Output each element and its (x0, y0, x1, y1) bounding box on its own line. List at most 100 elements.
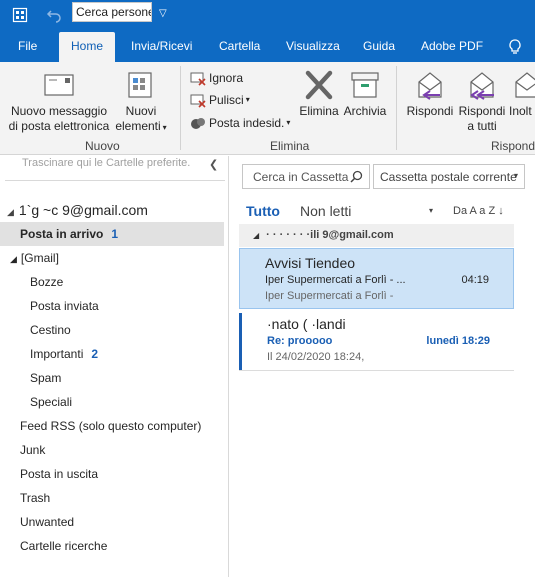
folder-trash-gmail[interactable]: Cestino (0, 318, 224, 342)
mailbox-search-input[interactable]: Cerca in Cassetta (242, 164, 370, 189)
account-header[interactable]: ◢ 1`g ~c 9@gmail.com (7, 202, 148, 218)
junk-button[interactable]: Posta indesid. ▾ (190, 115, 290, 131)
folder-label: Spam (30, 371, 62, 385)
folder-outbox[interactable]: Posta in uscita (0, 462, 224, 486)
search-scope-dropdown[interactable]: Cassetta postale corrente ▾ (373, 164, 525, 189)
search-scope-value: Cassetta postale corrente (380, 170, 517, 184)
folder-label: Importanti (30, 347, 84, 361)
lightbulb-icon[interactable] (508, 39, 522, 58)
people-search-input[interactable]: Cerca persone (72, 2, 152, 22)
tab-send-receive[interactable]: Invia/Ricevi (131, 32, 192, 62)
folder-trash[interactable]: Trash (0, 486, 224, 510)
chevron-down-icon: ▾ (245, 95, 250, 104)
delete-icon (303, 70, 335, 100)
unread-count: 2 (91, 347, 99, 361)
tab-home[interactable]: Home (59, 32, 115, 62)
customize-toolbar-dropdown[interactable]: ▽ (159, 8, 167, 19)
folder-label: Posta in uscita (20, 467, 99, 481)
folder-label: Posta inviata (30, 299, 99, 313)
tab-view[interactable]: Visualizza (286, 32, 340, 62)
collapse-pane-icon[interactable]: ❮ (209, 158, 218, 171)
forward-icon (511, 70, 535, 100)
forward-label: Inolt (509, 104, 532, 118)
folder-important[interactable]: Importanti 2 (0, 342, 224, 366)
cleanup-button[interactable]: Pulisci ▾ (190, 92, 250, 108)
message-subject: Iper Supermercati a Forlì - ... (265, 274, 406, 286)
title-bar: Cerca persone ▽ (0, 0, 535, 32)
message-sender: ·nato ( ·landi (267, 316, 346, 332)
archive-button[interactable]: Archivia (342, 70, 388, 119)
folder-unwanted[interactable]: Unwanted (0, 510, 224, 534)
folder-gmail[interactable]: ◢ [Gmail] (0, 246, 224, 270)
ignore-button[interactable]: Ignora (190, 70, 243, 86)
delete-button[interactable]: Elimina (297, 70, 341, 119)
reply-all-label: Rispondi a tutti (458, 104, 506, 133)
reply-icon (414, 70, 446, 100)
new-email-label: Nuovo messaggio di posta elettronica (8, 104, 110, 133)
folder-rss[interactable]: Feed RSS (solo questo computer) (0, 414, 224, 438)
ignore-icon (190, 70, 206, 86)
folder-label: Cartelle ricerche (20, 539, 108, 553)
folder-label: Posta in arrivo (20, 227, 104, 241)
folder-label: Feed RSS (solo questo computer) (20, 419, 202, 433)
folder-label: Bozze (30, 275, 64, 289)
new-items-button[interactable]: Nuovi elementi ▾ (112, 70, 170, 135)
message-group-header[interactable]: ◢ · · · · · · ·ili 9@gmail.com (239, 224, 514, 247)
folder-label: Trash (20, 491, 51, 505)
reply-label: Rispondi (406, 104, 454, 118)
folder-label: Speciali (30, 395, 73, 409)
folder-label: [Gmail] (20, 251, 59, 265)
message-item[interactable]: ·nato ( ·landi Re: prooooo Il 24/02/2020… (239, 313, 514, 370)
new-email-icon (43, 70, 75, 100)
delete-label: Elimina (299, 104, 339, 118)
archive-icon (349, 70, 381, 100)
new-items-icon (125, 70, 157, 100)
ribbon-tabs: File Home Invia/Ricevi Cartella Visualiz… (0, 32, 535, 62)
folder-search-folders[interactable]: Cartelle ricerche (0, 534, 224, 558)
sort-order-button[interactable]: Da A a Z ↓ (453, 205, 504, 217)
outlook-window: Cerca persone ▽ File Home Invia/Ricevi C… (0, 0, 535, 577)
search-icon[interactable] (350, 170, 363, 186)
filter-dropdown-icon[interactable]: ▾ (429, 206, 433, 215)
message-sender: Avvisi Tiendeo (265, 255, 356, 271)
junk-icon (190, 115, 206, 131)
filter-all-tab[interactable]: Tutto (246, 203, 280, 219)
reply-all-button[interactable]: Rispondi a tutti (456, 70, 508, 134)
reply-button[interactable]: Rispondi (404, 70, 456, 119)
expand-triangle-icon: ◢ (10, 254, 17, 264)
message-preview: Iper Supermercati a Forlì - (265, 290, 394, 302)
folder-junk[interactable]: Junk (0, 438, 224, 462)
folder-starred[interactable]: Speciali (0, 390, 224, 414)
folder-sent[interactable]: Posta inviata (0, 294, 224, 318)
sort-arrow-icon: ↓ (498, 205, 504, 217)
ribbon-divider (180, 66, 181, 150)
message-list-pane: Cerca in Cassetta Cassetta postale corre… (230, 156, 535, 577)
chevron-down-icon: ▾ (286, 118, 291, 127)
folder-drafts[interactable]: Bozze (0, 270, 224, 294)
forward-button[interactable]: Inolt (509, 70, 535, 119)
message-time: 04:19 (461, 274, 489, 286)
folder-label: Cestino (30, 323, 71, 337)
tab-help[interactable]: Guida (363, 32, 395, 62)
send-receive-icon[interactable] (9, 5, 31, 25)
cleanup-label: Pulisci (209, 93, 244, 107)
filter-unread-tab[interactable]: Non letti (300, 203, 351, 219)
tab-folder[interactable]: Cartella (219, 32, 260, 62)
folder-label: Junk (20, 443, 46, 457)
unread-count: 1 (111, 227, 119, 241)
folder-spam[interactable]: Spam (0, 366, 224, 390)
tab-file[interactable]: File (18, 32, 37, 62)
account-email: 1`g ~c 9@gmail.com (18, 202, 148, 218)
message-item[interactable]: Avvisi Tiendeo Iper Supermercati a Forlì… (239, 248, 514, 309)
tab-adobe-pdf[interactable]: Adobe PDF (421, 32, 483, 62)
ribbon: Nuovo messaggio di posta elettronica Nuo… (0, 62, 535, 155)
message-time: lunedì 18:29 (426, 335, 490, 347)
message-subject: Re: prooooo (267, 335, 333, 347)
undo-icon[interactable] (43, 5, 65, 25)
folder-inbox[interactable]: Posta in arrivo 1 (0, 222, 224, 246)
group-delete-label: Elimina (270, 139, 310, 153)
junk-label: Posta indesid. (209, 116, 285, 130)
archive-label: Archivia (343, 104, 387, 118)
new-email-button[interactable]: Nuovo messaggio di posta elettronica (4, 70, 114, 134)
folder-pane: Trascinare qui le Cartelle preferite. ❮ … (0, 156, 229, 577)
